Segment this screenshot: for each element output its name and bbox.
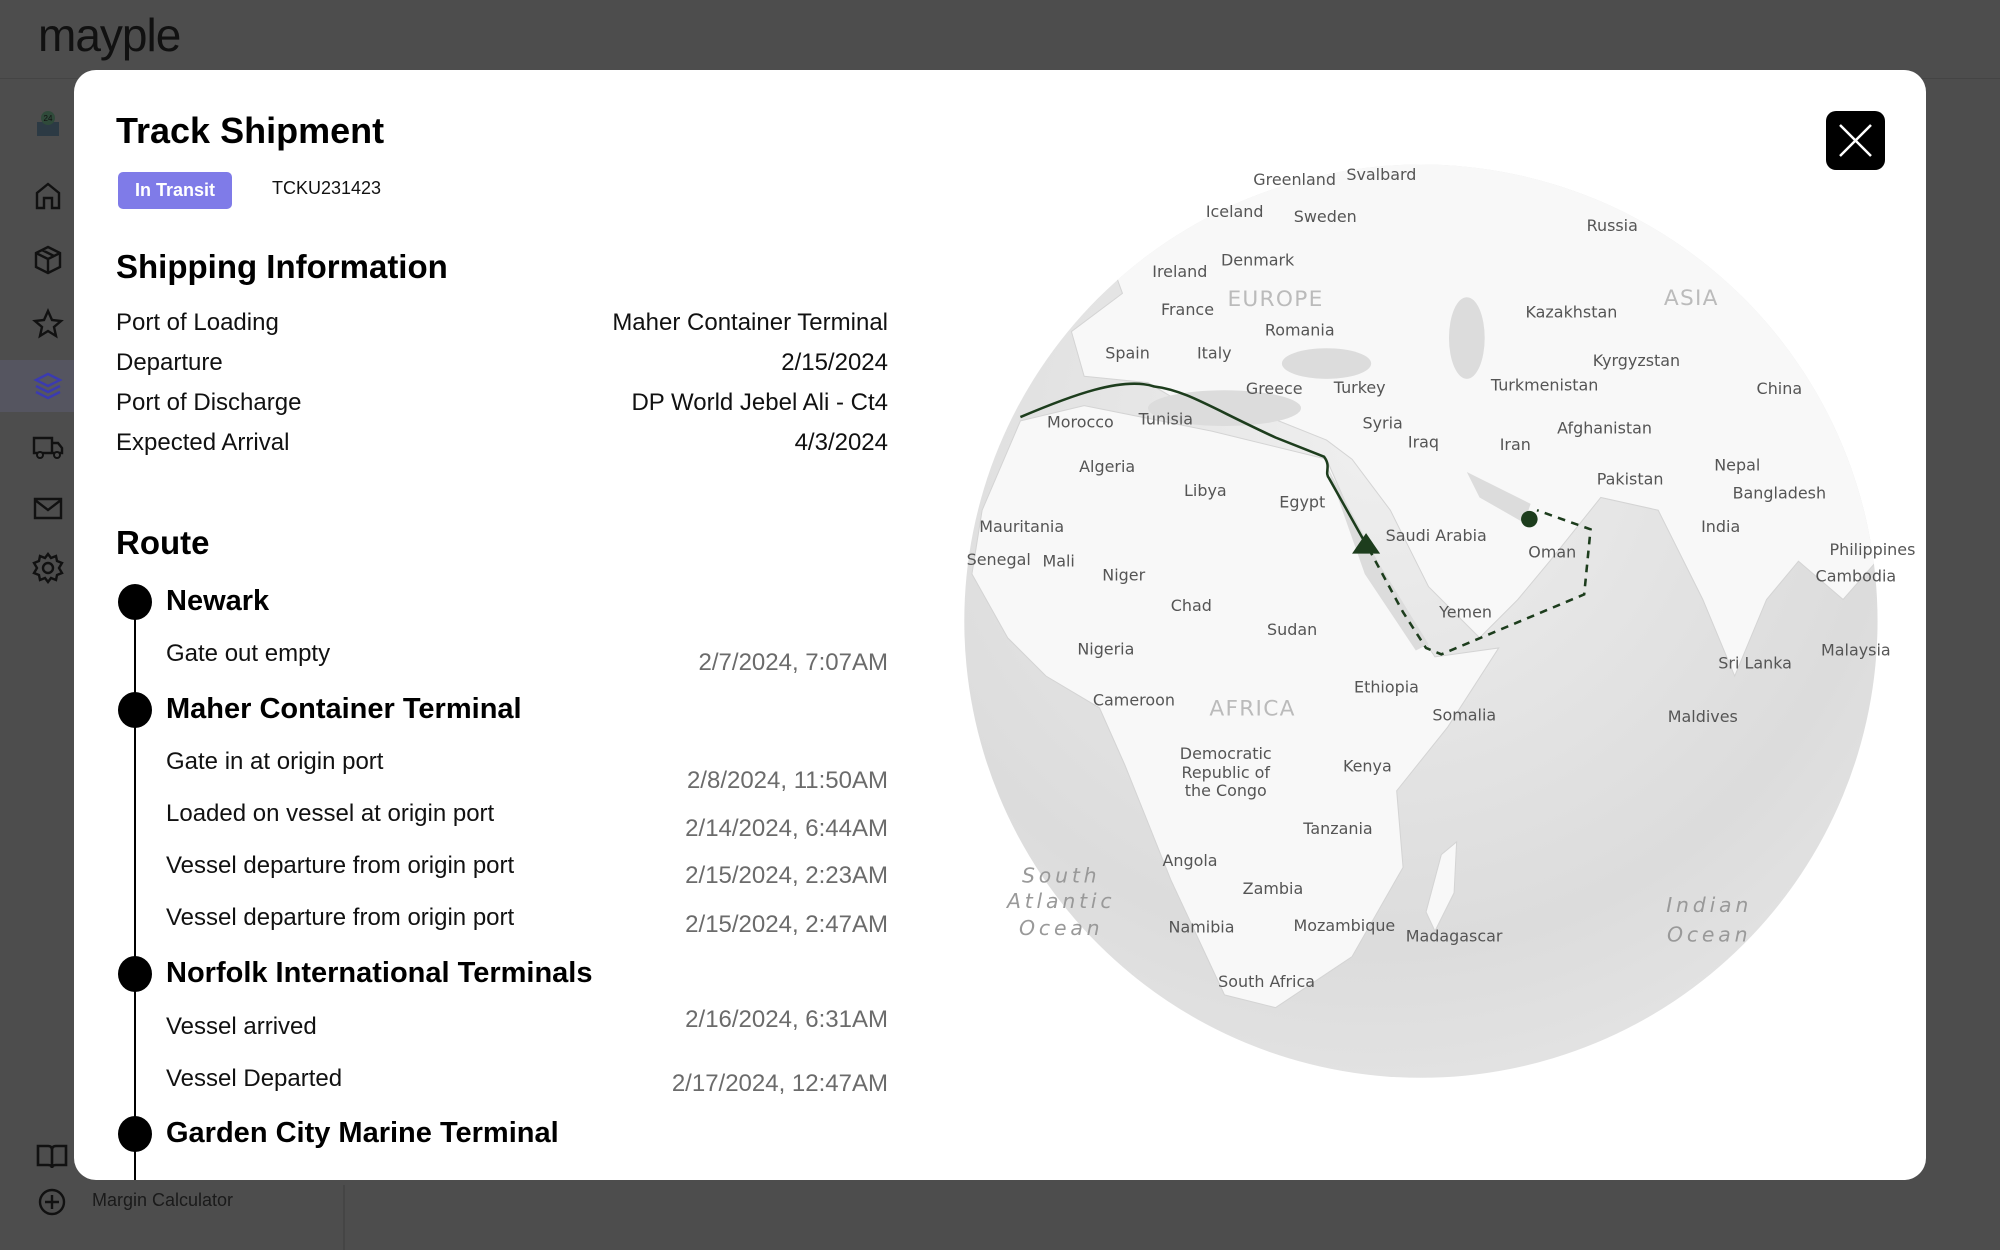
route-event-label: Vessel departure from origin port [166, 852, 515, 879]
tracking-number: TCKU231423 [272, 178, 382, 198]
route-event-label: Vessel arrived [166, 1013, 317, 1040]
route-heading: Route [116, 524, 210, 561]
route-stop-name: Norfolk International Terminals [166, 957, 593, 989]
route-stop-marker [118, 692, 152, 728]
route-event-date: 2/8/2024, 11:50AM [686, 767, 888, 794]
info-value: 2/15/2024 [781, 349, 888, 376]
margin-calculator-link[interactable]: Margin Calculator [92, 1190, 233, 1211]
gear-icon [32, 552, 64, 584]
info-label: Port of Loading [116, 309, 279, 336]
sidebar-divider [343, 1185, 345, 1250]
route-stop-name: Garden City Marine Terminal [166, 1117, 559, 1149]
info-value: DP World Jebel Ali - Ct4 [631, 389, 888, 416]
route-event-date: 2/16/2024, 6:31AM [685, 1006, 888, 1033]
track-shipment-modal [74, 70, 1926, 1180]
sidebar-item-box[interactable] [30, 242, 66, 278]
mail-icon [33, 497, 63, 520]
route-event-date: 2/15/2024, 2:47AM [685, 911, 888, 938]
box-icon [34, 245, 62, 275]
sidebar-item-home[interactable] [30, 178, 66, 214]
info-label: Port of Discharge [116, 389, 302, 416]
layers-icon [33, 372, 63, 400]
route-event-label: Loaded on vessel at origin port [166, 800, 495, 827]
info-label: Expected Arrival [116, 429, 290, 456]
close-button[interactable] [1826, 111, 1885, 170]
sidebar-item-star[interactable] [30, 306, 66, 342]
star-icon [32, 308, 64, 339]
sidebar-item-gear[interactable] [30, 550, 66, 586]
route-stop-name: Maher Container Terminal [166, 693, 522, 725]
info-value: 4/3/2024 [794, 429, 888, 456]
sidebar-bottom-book[interactable] [34, 1138, 70, 1174]
truck-icon [32, 436, 64, 459]
store-24-icon: 24 [37, 111, 59, 136]
route-stop-name: Newark [166, 585, 270, 617]
book-icon [36, 1144, 68, 1169]
route-event-label: Gate out empty [166, 640, 331, 667]
top-bar [0, 0, 2000, 79]
route-event-label: Vessel departure from origin port [166, 904, 515, 931]
info-value: Maher Container Terminal [612, 309, 888, 336]
sidebar-item-store-24[interactable]: 24 [30, 106, 66, 142]
route-stop-marker [118, 584, 152, 620]
modal-title: Track Shipment [116, 110, 385, 151]
route-event-date: 2/17/2024, 12:47AM [671, 1070, 888, 1097]
sidebar-item-mail[interactable] [30, 490, 66, 526]
shipping-info-heading: Shipping Information [116, 248, 448, 285]
sidebar-item-truck[interactable] [30, 428, 66, 464]
route-stop-marker [118, 956, 152, 992]
route-event-date: 2/14/2024, 6:44AM [685, 815, 888, 842]
plus-circle-icon [38, 1188, 66, 1216]
route-stop-marker [118, 1116, 152, 1152]
close-icon [1839, 124, 1872, 157]
sidebar-item-layers[interactable] [30, 368, 66, 404]
route-event-label: Vessel Departed [166, 1065, 343, 1092]
info-label: Departure [116, 349, 223, 376]
home-icon [35, 182, 61, 210]
route-event-label: Gate in at origin port [166, 748, 384, 775]
route-event-date: 2/7/2024, 7:07AM [698, 649, 888, 676]
status-badge: In Transit [118, 172, 232, 209]
svg-text:24: 24 [44, 114, 53, 123]
sidebar-bottom-plus-circle[interactable] [34, 1184, 70, 1220]
route-event-date: 2/15/2024, 2:23AM [685, 862, 888, 889]
route-timeline-line [134, 602, 136, 1180]
logo[interactable]: mayple [38, 8, 181, 62]
